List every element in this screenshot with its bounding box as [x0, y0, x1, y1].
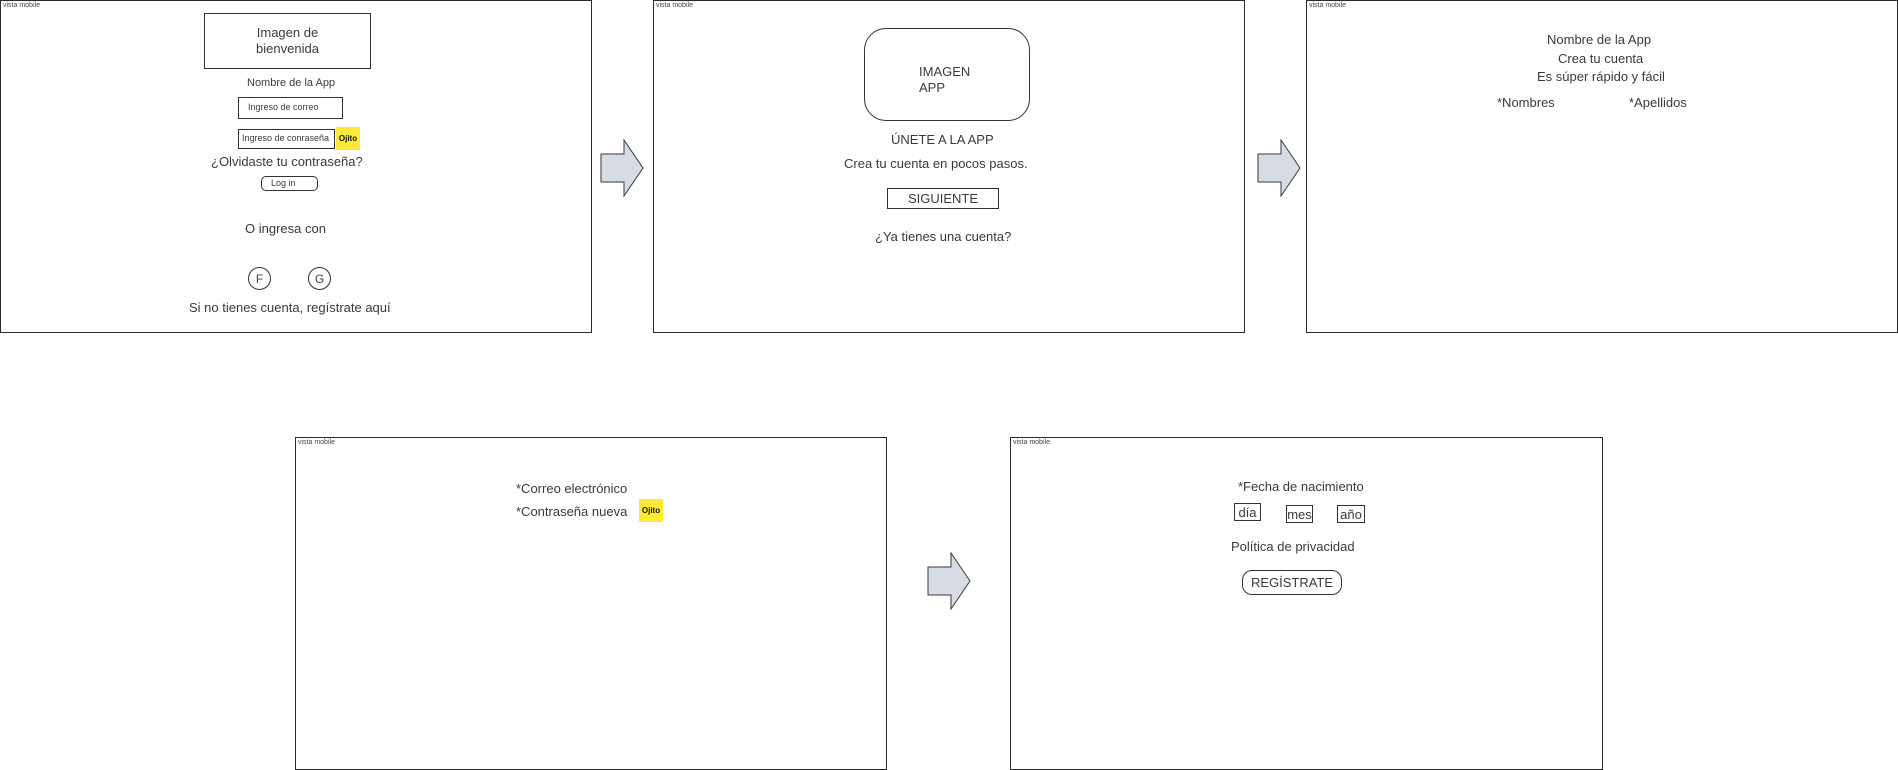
- screen-create-account: vista mobile Nombre de la App Crea tu cu…: [1306, 0, 1898, 333]
- google-login-icon[interactable]: G: [308, 267, 331, 290]
- next-button-label: SIGUIENTE: [907, 191, 979, 206]
- flow-arrow-icon: [600, 139, 644, 197]
- screen-welcome: vista mobile IMAGEN APP ÚNETE A LA APP C…: [653, 0, 1245, 333]
- join-subtitle: Crea tu cuenta en pocos pasos.: [844, 156, 1028, 171]
- forgot-password-link[interactable]: ¿Olvidaste tu contraseña?: [211, 154, 363, 169]
- birth-date-label: *Fecha de nacimiento: [1238, 479, 1364, 494]
- email-field[interactable]: *Correo electrónico: [516, 481, 627, 496]
- facebook-letter: F: [255, 271, 264, 286]
- year-select[interactable]: año: [1337, 505, 1365, 523]
- email-input[interactable]: Ingreso de correo: [238, 97, 343, 119]
- login-button[interactable]: Log in: [261, 176, 318, 191]
- frame-label: vista mobile: [3, 2, 40, 9]
- first-names-field[interactable]: *Nombres: [1497, 95, 1555, 110]
- month-label: mes: [1287, 506, 1312, 522]
- or-login-with: O ingresa con: [245, 221, 326, 236]
- privacy-policy-link[interactable]: Política de privacidad: [1231, 539, 1355, 554]
- day-label: día: [1238, 504, 1257, 520]
- app-name: Nombre de la App: [247, 77, 336, 89]
- register-button[interactable]: REGÍSTRATE: [1242, 570, 1342, 595]
- year-label: año: [1340, 506, 1362, 522]
- last-names-field[interactable]: *Apellidos: [1629, 95, 1687, 110]
- have-account-link[interactable]: ¿Ya tienes una cuenta?: [875, 229, 1011, 244]
- month-select[interactable]: mes: [1286, 505, 1313, 523]
- next-button[interactable]: SIGUIENTE: [887, 188, 999, 209]
- frame-label: vista mobile: [1013, 439, 1050, 446]
- ojito-toggle-icon[interactable]: Ojito: [336, 127, 360, 150]
- create-account-title: Crea tu cuenta: [1558, 51, 1644, 66]
- app-image-placeholder: IMAGEN APP: [864, 28, 1030, 121]
- screen-login: vista mobile Imagen de bienvenida Nombre…: [0, 0, 592, 333]
- password-input-placeholder: Ingreso de conraseña: [242, 133, 330, 143]
- welcome-image-label: Imagen de bienvenida: [256, 25, 319, 56]
- welcome-image-placeholder: Imagen de bienvenida: [204, 13, 371, 69]
- password-input[interactable]: Ingreso de conraseña: [238, 129, 335, 149]
- flow-arrow-icon: [927, 552, 971, 610]
- app-name: Nombre de la App: [1547, 32, 1652, 47]
- email-input-placeholder: Ingreso de correo: [248, 102, 319, 112]
- app-image-label: IMAGEN APP: [919, 64, 971, 95]
- login-button-label: Log in: [271, 178, 296, 188]
- frame-label: vista mobile: [656, 2, 693, 9]
- register-here-link[interactable]: Si no tienes cuenta, regístrate aquí: [189, 300, 391, 315]
- register-button-label: REGÍSTRATE: [1250, 575, 1334, 590]
- fast-easy-subtitle: Es súper rápido y fácil: [1537, 69, 1665, 84]
- new-password-field[interactable]: *Contraseña nueva: [516, 504, 627, 519]
- screen-birthdate-register: vista mobile *Fecha de nacimiento día me…: [1010, 437, 1603, 770]
- flow-arrow-icon: [1257, 139, 1301, 197]
- facebook-login-icon[interactable]: F: [248, 267, 271, 290]
- day-select[interactable]: día: [1234, 503, 1261, 521]
- screen-credentials: vista mobile *Correo electrónico *Contra…: [295, 437, 887, 770]
- frame-label: vista mobile: [298, 439, 335, 446]
- join-title: ÚNETE A LA APP: [891, 132, 994, 147]
- google-letter: G: [314, 271, 325, 286]
- ojito-toggle-icon[interactable]: Ojito: [639, 499, 663, 522]
- frame-label: vista mobile: [1309, 2, 1346, 9]
